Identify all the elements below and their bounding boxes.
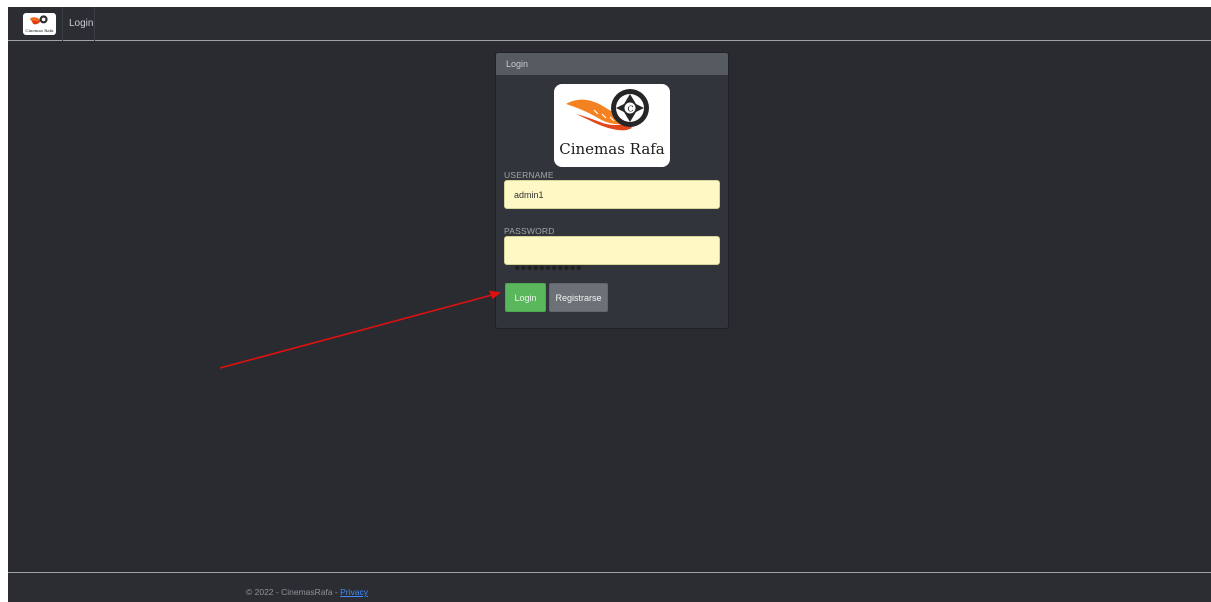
svg-text:C: C <box>628 105 634 114</box>
brand-logo: C Cinemas Rafa <box>554 84 670 167</box>
password-label: PASSWORD <box>504 226 555 236</box>
login-panel: Login C Cinemas Rafa USERNAME PASSWORD ●… <box>495 52 729 329</box>
film-camera-logo-icon: C <box>566 89 649 131</box>
register-button[interactable]: Registrarse <box>549 283 608 312</box>
brand-name: Cinemas Rafa <box>559 140 665 158</box>
panel-title: Login <box>496 53 728 75</box>
username-label: USERNAME <box>504 170 554 180</box>
navbar-divider <box>94 7 95 41</box>
navbar-divider <box>62 7 63 41</box>
navbar: Cinemas Rafa Login <box>8 7 1211 41</box>
footer-text: © 2022 - CinemasRafa - Privacy <box>246 587 368 597</box>
footer: © 2022 - CinemasRafa - Privacy <box>8 572 1211 602</box>
privacy-link[interactable]: Privacy <box>340 587 368 597</box>
app-frame: Cinemas Rafa Login Login C Cinemas Rafa … <box>8 7 1211 602</box>
navbar-logo-text: Cinemas Rafa <box>25 28 54 33</box>
footer-copyright: © 2022 - CinemasRafa - <box>246 587 341 597</box>
film-reel-icon <box>29 15 48 25</box>
nav-login-link[interactable]: Login <box>69 18 93 29</box>
password-input[interactable] <box>504 236 720 265</box>
navbar-logo[interactable]: Cinemas Rafa <box>23 13 56 35</box>
username-input[interactable] <box>504 180 720 209</box>
login-button[interactable]: Login <box>505 283 546 312</box>
